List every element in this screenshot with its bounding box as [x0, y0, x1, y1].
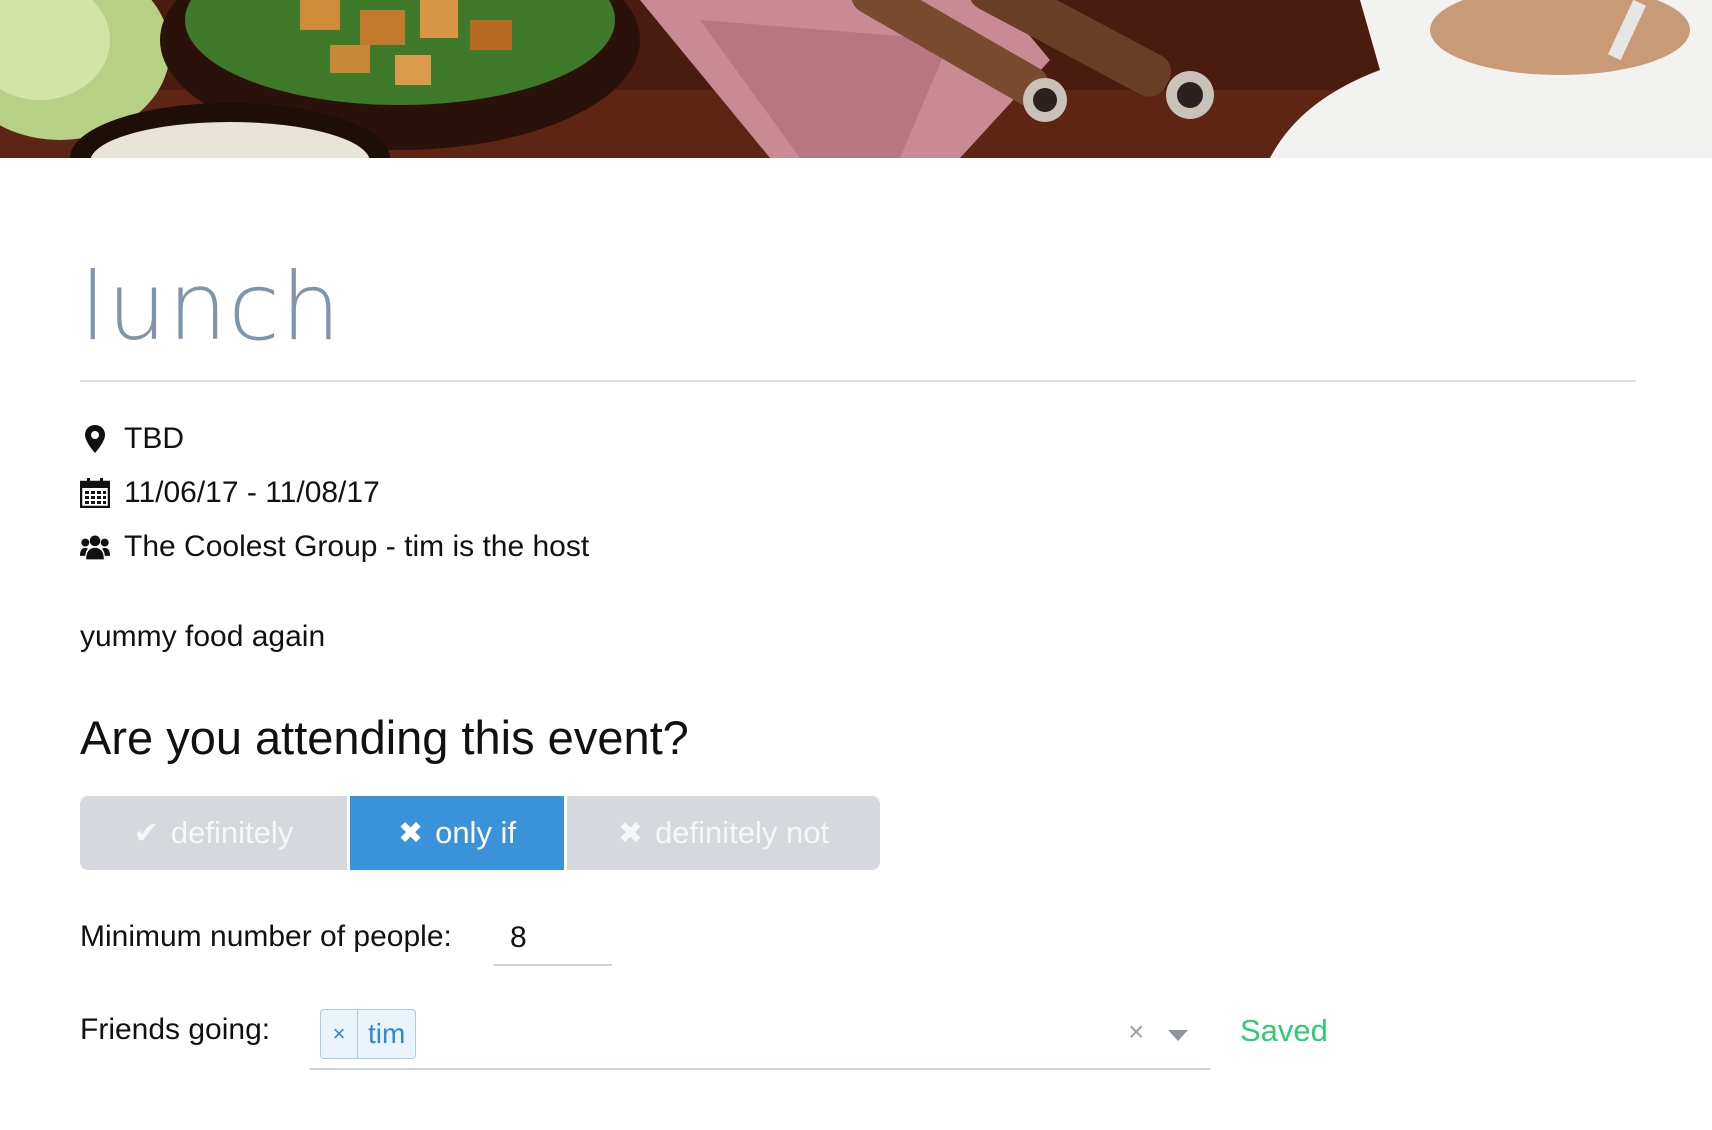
min-people-input[interactable]	[494, 912, 612, 966]
event-description: yummy food again	[80, 620, 326, 653]
event-title: lunch	[80, 253, 342, 362]
event-banner-image	[0, 0, 1712, 158]
rsvp-only-if-label: only if	[435, 815, 517, 850]
remove-tag-icon[interactable]: ×	[321, 1010, 358, 1058]
event-dates-text: 11/06/17 - 11/08/17	[124, 476, 380, 509]
users-icon	[80, 532, 110, 562]
chevron-down-icon[interactable]	[1168, 1030, 1188, 1041]
rsvp-only-if-button[interactable]: ✖ only if	[350, 796, 564, 870]
calendar-icon	[80, 478, 110, 508]
rsvp-definitely-label: definitely	[170, 815, 294, 850]
check-icon: ✔	[133, 816, 159, 850]
rsvp-question: Are you attending this event?	[80, 711, 689, 764]
event-location-text: TBD	[124, 422, 184, 455]
title-divider	[80, 380, 1636, 382]
rsvp-definitely-button[interactable]: ✔ definitely	[80, 796, 347, 870]
event-group-text: The Coolest Group - tim is the host	[124, 530, 590, 563]
event-location: TBD	[80, 422, 184, 456]
event-group: The Coolest Group - tim is the host	[80, 530, 589, 564]
rsvp-button-group: ✔ definitely ✖ only if ✖ definitely not	[80, 796, 880, 870]
event-dates: 11/06/17 - 11/08/17	[80, 476, 380, 510]
times-icon: ✖	[397, 816, 424, 850]
friend-tag: × tim	[320, 1009, 417, 1059]
friends-going-select[interactable]: × tim ×	[310, 1002, 1210, 1070]
min-people-label: Minimum number of people:	[80, 920, 452, 953]
rsvp-definitely-not-button[interactable]: ✖ definitely not	[567, 796, 880, 870]
saved-status: Saved	[1240, 1013, 1328, 1048]
map-marker-icon	[80, 424, 110, 454]
times-icon: ✖	[617, 816, 644, 850]
friends-going-label: Friends going:	[80, 1013, 271, 1046]
clear-selection-icon[interactable]: ×	[1128, 1016, 1144, 1048]
friend-tag-label: tim	[368, 1018, 406, 1049]
rsvp-definitely-not-label: definitely not	[655, 815, 830, 850]
